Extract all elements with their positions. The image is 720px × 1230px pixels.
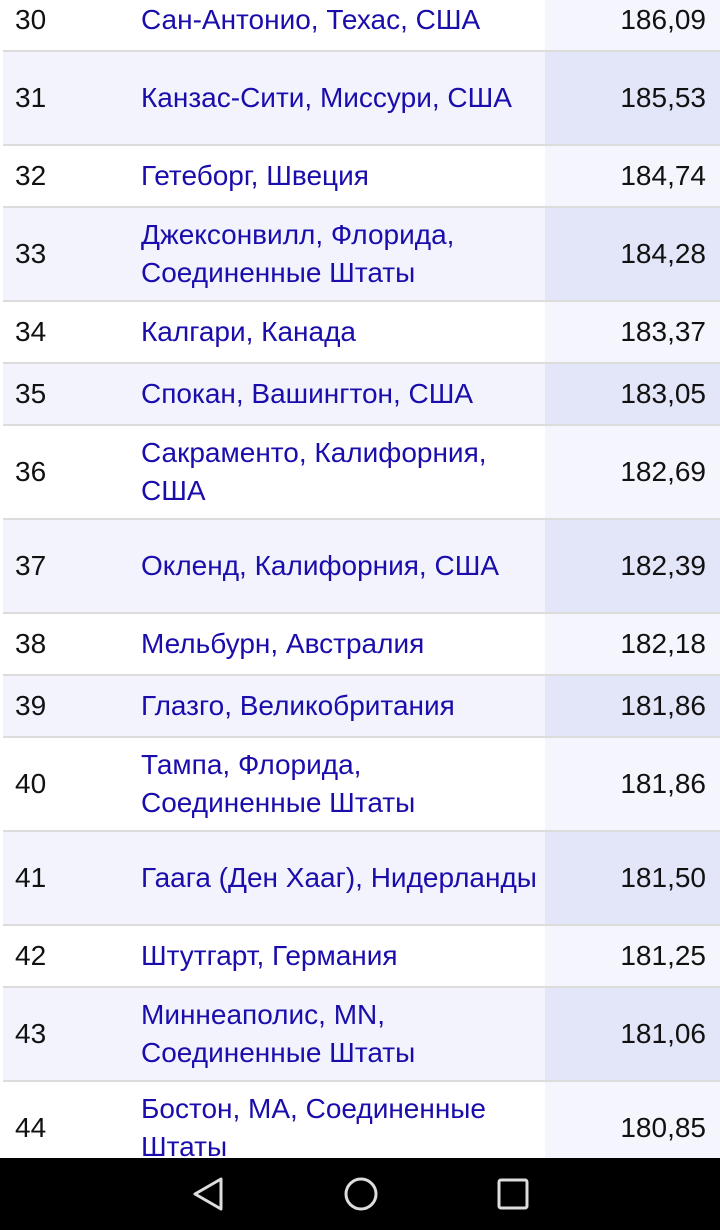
table-row: 41 Гаага (Ден Хааг), Нидерланды 181,50: [3, 832, 720, 926]
city-link[interactable]: Тампа, Флорида, Соединенные Штаты: [127, 738, 545, 830]
value-cell: 183,05: [545, 364, 720, 424]
rank-cell: 40: [15, 768, 47, 799]
android-nav-bar: [0, 1158, 720, 1230]
value-cell: 186,09: [545, 0, 720, 50]
value-cell: 185,53: [545, 52, 720, 144]
city-link[interactable]: Калгари, Канада: [127, 302, 545, 362]
table-row: 40 Тампа, Флорида, Соединенные Штаты 181,8…: [3, 738, 720, 832]
value-cell: 181,25: [545, 926, 720, 986]
rank-cell: 35: [15, 378, 47, 409]
recents-icon: [497, 1178, 529, 1210]
value-cell: 182,18: [545, 614, 720, 674]
rank-cell: 41: [15, 862, 47, 893]
value-cell: 181,50: [545, 832, 720, 924]
rank-cell: 34: [15, 316, 47, 347]
table-row: 38 Мельбурн, Австралия 182,18: [3, 614, 720, 676]
value-cell: 181,86: [545, 738, 720, 830]
rank-cell: 32: [15, 160, 47, 191]
rank-cell: 39: [15, 690, 47, 721]
table-row: 33 Джексонвилл, Флорида, Соединенные Штат…: [3, 208, 720, 302]
city-link[interactable]: Окленд, Калифорния, США: [127, 520, 545, 612]
back-button[interactable]: [191, 1176, 225, 1212]
city-link[interactable]: Гаага (Ден Хааг), Нидерланды: [127, 832, 545, 924]
rank-cell: 42: [15, 940, 47, 971]
recents-button[interactable]: [497, 1178, 529, 1210]
home-button[interactable]: [343, 1176, 379, 1212]
table-row: 32 Гетеборг, Швеция 184,74: [3, 146, 720, 208]
city-link[interactable]: Штутгарт, Германия: [127, 926, 545, 986]
rank-cell: 36: [15, 456, 47, 487]
city-link[interactable]: Сакраменто, Калифорния, США: [127, 426, 545, 518]
city-link[interactable]: Мельбурн, Австралия: [127, 614, 545, 674]
table-row: 37 Окленд, Калифорния, США 182,39: [3, 520, 720, 614]
rank-cell: 33: [15, 238, 47, 269]
rank-cell: 37: [15, 550, 47, 581]
city-link[interactable]: Канзас-Сити, Миссури, США: [127, 52, 545, 144]
city-link[interactable]: Спокан, Вашингтон, США: [127, 364, 545, 424]
table-row: 39 Глазго, Великобритания 181,86: [3, 676, 720, 738]
city-link[interactable]: Джексонвилл, Флорида, Соединенные Штаты: [127, 208, 545, 300]
value-cell: 183,37: [545, 302, 720, 362]
value-cell: 184,74: [545, 146, 720, 206]
table-row: 43 Миннеаполис, MN, Соединенные Штаты 181,…: [3, 988, 720, 1082]
rank-cell: 38: [15, 628, 47, 659]
value-cell: 182,69: [545, 426, 720, 518]
city-link[interactable]: Глазго, Великобритания: [127, 676, 545, 736]
table-row: 35 Спокан, Вашингтон, США 183,05: [3, 364, 720, 426]
table-row: 30 Сан-Антонио, Техас, США 186,09: [3, 0, 720, 52]
home-icon: [344, 1177, 378, 1211]
rank-cell: 43: [15, 1018, 47, 1049]
city-link[interactable]: Сан-Антонио, Техас, США: [127, 0, 545, 50]
city-link[interactable]: Миннеаполис, MN, Соединенные Штаты: [127, 988, 545, 1080]
rank-cell: 31: [15, 82, 47, 113]
value-cell: 182,39: [545, 520, 720, 612]
value-cell: 181,86: [545, 676, 720, 736]
table-row: 31 Канзас-Сити, Миссури, США 185,53: [3, 52, 720, 146]
back-icon: [193, 1177, 223, 1211]
table-row: 42 Штутгарт, Германия 181,25: [3, 926, 720, 988]
value-cell: 181,06: [545, 988, 720, 1080]
rank-cell: 30: [15, 4, 47, 35]
city-link[interactable]: Гетеборг, Швеция: [127, 146, 545, 206]
value-cell: 184,28: [545, 208, 720, 300]
table-row: 34 Калгари, Канада 183,37: [3, 302, 720, 364]
table-row: 36 Сакраменто, Калифорния, США 182,69: [3, 426, 720, 520]
ranking-table: 30 Сан-Антонио, Техас, США 186,09 31 Канзас-…: [3, 0, 720, 1176]
